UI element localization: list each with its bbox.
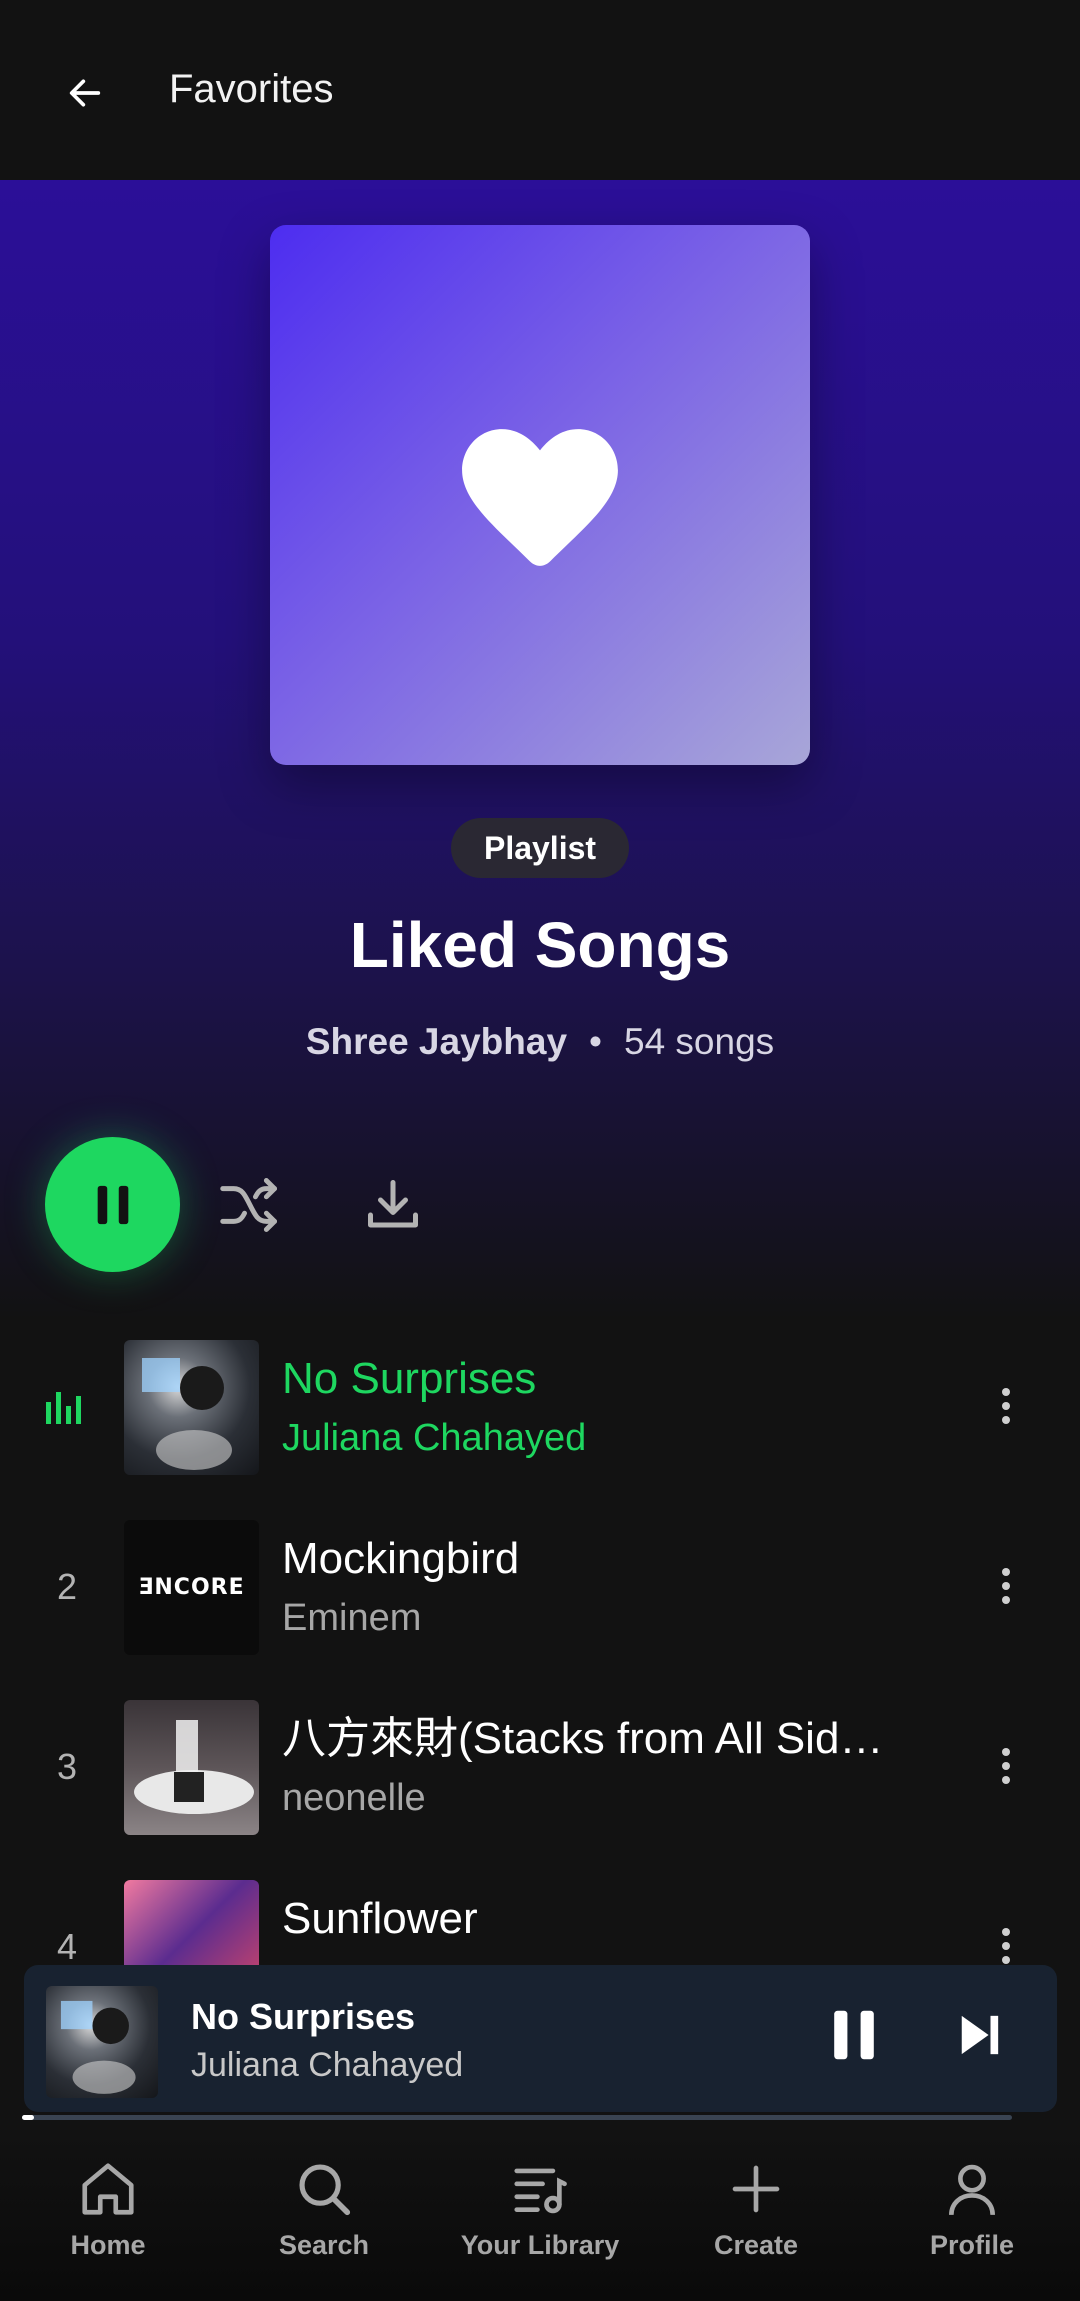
- track-artist: neonelle: [282, 1777, 426, 1819]
- mini-player-next-button[interactable]: [944, 1995, 1014, 2075]
- now-playing-equalizer-icon: [46, 1392, 81, 1424]
- shuffle-icon: [220, 1178, 277, 1232]
- nav-create[interactable]: Create: [648, 2154, 864, 2261]
- track-title: Sunflower: [282, 1894, 478, 1943]
- playback-progress-bar[interactable]: [22, 2115, 1012, 2120]
- pause-icon: [834, 2010, 874, 2060]
- playlist-title: Liked Songs: [349, 909, 731, 981]
- more-options-button[interactable]: [988, 1382, 1024, 1430]
- library-icon: [514, 2168, 567, 2214]
- mini-player-artwork: [46, 1986, 158, 2098]
- nav-label: Create: [713, 2230, 799, 2260]
- track-row[interactable]: No Surprises Juliana Chahayed: [0, 1330, 1080, 1480]
- track-title: 八方來財(Stacks from All Sid…: [282, 1714, 884, 1763]
- home-icon: [82, 2163, 134, 2215]
- nav-profile[interactable]: Profile: [864, 2154, 1080, 2261]
- meta-separator: •: [589, 1021, 602, 1062]
- song-count: 54 songs: [624, 1021, 775, 1062]
- track-number: 3: [56, 1746, 78, 1787]
- download-button[interactable]: [358, 1170, 428, 1240]
- album-cover-text: ƎNCORE: [138, 1575, 245, 1600]
- more-options-button[interactable]: [988, 1922, 1024, 1970]
- track-number: 2: [56, 1566, 78, 1607]
- mini-player-title: No Surprises: [191, 1996, 416, 2037]
- track-artist: Juliana Chahayed: [282, 1417, 587, 1459]
- track-artist: Eminem: [282, 1597, 422, 1639]
- more-vertical-icon: [1002, 1748, 1010, 1756]
- playlist-type-badge: Playlist: [451, 818, 629, 878]
- nav-home[interactable]: Home: [0, 2154, 216, 2261]
- nav-label: Home: [70, 2230, 146, 2260]
- playlist-owner[interactable]: Shree Jaybhay: [306, 1021, 567, 1062]
- download-icon: [368, 1180, 418, 1228]
- track-row[interactable]: 2 ƎNCORE Mockingbird Eminem: [0, 1510, 1080, 1660]
- nav-search[interactable]: Search: [216, 2154, 432, 2261]
- more-options-button[interactable]: [988, 1562, 1024, 1610]
- track-title: No Surprises: [282, 1354, 537, 1403]
- page-title: Favorites: [169, 67, 334, 111]
- heart-icon: [462, 429, 618, 566]
- top-bar: Favorites: [0, 0, 1080, 180]
- plus-icon: [732, 2165, 780, 2213]
- nav-label: Your Library: [460, 2230, 620, 2260]
- search-icon: [299, 2164, 351, 2216]
- mini-player[interactable]: No Surprises Juliana Chahayed: [24, 1965, 1057, 2112]
- arrow-left-icon: [69, 79, 101, 107]
- playlist-meta: Shree Jaybhay • 54 songs: [0, 1018, 1080, 1066]
- bottom-navigation: Home Search Your Library Create Profile: [0, 2130, 1080, 2301]
- pause-button[interactable]: [45, 1137, 180, 1272]
- mini-player-pause-button[interactable]: [819, 1995, 889, 2075]
- mini-player-artist: Juliana Chahayed: [191, 2046, 464, 2084]
- shuffle-button[interactable]: [215, 1170, 285, 1240]
- nav-label: Profile: [929, 2230, 1015, 2260]
- more-vertical-icon: [1002, 1388, 1010, 1396]
- profile-icon: [949, 2164, 995, 2216]
- pause-icon: [97, 1185, 128, 1224]
- nav-your-library[interactable]: Your Library: [432, 2154, 648, 2261]
- track-artwork: [124, 1340, 259, 1475]
- more-vertical-icon: [1002, 1568, 1010, 1576]
- track-row[interactable]: 3 八方來財(Stacks from All Sid… neonelle: [0, 1690, 1080, 1840]
- more-vertical-icon: [1002, 1928, 1010, 1936]
- track-artwork: [124, 1700, 259, 1835]
- track-artwork: ƎNCORE: [124, 1520, 259, 1655]
- skip-next-icon: [961, 2015, 999, 2055]
- playlist-cover: [270, 225, 810, 765]
- nav-label: Search: [278, 2230, 370, 2260]
- back-button[interactable]: [54, 62, 116, 124]
- playback-progress-fill: [22, 2115, 34, 2120]
- track-number: 4: [56, 1926, 78, 1967]
- track-title: Mockingbird: [282, 1534, 520, 1583]
- more-options-button[interactable]: [988, 1742, 1024, 1790]
